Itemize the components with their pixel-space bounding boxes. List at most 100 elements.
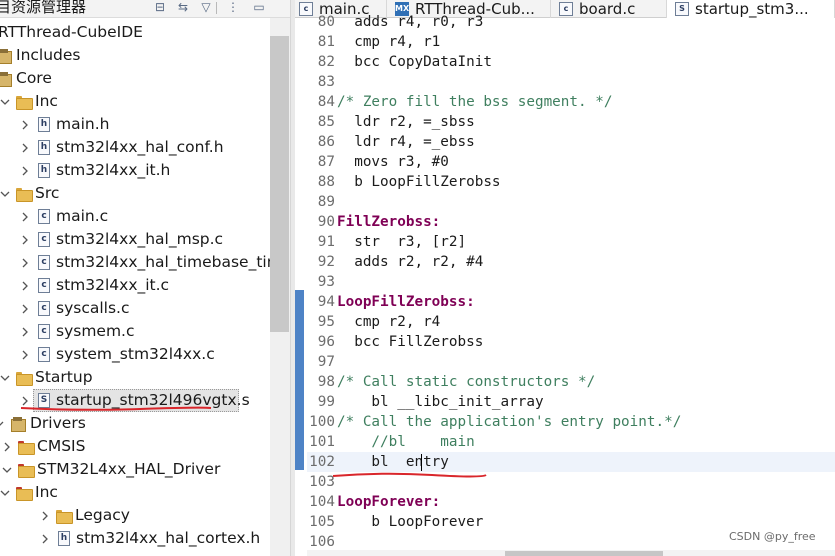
project-explorer: 目资源管理器 ⊟ ⇆ ▽ ⋮ ▭ RTThread-CubeIDE Includes Cor… xyxy=(0,0,290,556)
tree-item-inc[interactable]: Inc xyxy=(0,90,58,113)
code-line[interactable]: 98/* Call static constructors */ xyxy=(307,372,835,392)
line-number: 88 xyxy=(317,174,335,190)
tree-item-sysmem-c[interactable]: c sysmem.c xyxy=(20,320,135,343)
code-line[interactable]: 90 FillZerobss: xyxy=(307,212,835,232)
editor-horizontal-scrollbar-thumb[interactable] xyxy=(505,551,663,556)
chevron-right-icon[interactable] xyxy=(20,304,30,314)
code-line[interactable]: 99 bl __libc_init_array xyxy=(307,392,835,412)
code-text: ldr r4, =_ebss xyxy=(337,134,475,150)
source-folder-icon xyxy=(18,440,35,455)
code-line[interactable]: 101 //bl main xyxy=(307,432,835,452)
line-number: 90 xyxy=(317,214,335,230)
code-line[interactable]: 100/* Call the application's entry point… xyxy=(307,412,835,432)
tree-item-label: stm32l4xx_hal_conf.h xyxy=(56,138,224,156)
tree-item-includes[interactable]: Includes xyxy=(0,44,81,67)
tree-item-legacy[interactable]: Legacy xyxy=(40,504,130,527)
line-number: 83 xyxy=(317,74,335,90)
code-line[interactable]: 95 cmp r2, r4 xyxy=(307,312,835,332)
code-text: ldr r2, =_sbss xyxy=(337,114,475,130)
tree-item-rtthread-cubeide[interactable]: RTThread-CubeIDE xyxy=(0,21,143,44)
chevron-right-icon[interactable] xyxy=(20,327,30,337)
c-file-icon: c xyxy=(38,209,50,224)
chevron-right-icon[interactable] xyxy=(20,212,30,222)
chevron-down-icon[interactable] xyxy=(2,465,12,475)
chevron-down-icon[interactable] xyxy=(0,419,4,429)
code-line[interactable]: 92 adds r2, r2, #4 xyxy=(307,252,835,272)
folder-icon xyxy=(56,509,73,524)
chevron-right-icon[interactable] xyxy=(20,143,30,153)
tree-item-cmsis[interactable]: CMSIS xyxy=(2,435,85,458)
tree-item-stm32l4xx-hal-msp-c[interactable]: c stm32l4xx_hal_msp.c xyxy=(20,228,223,251)
explorer-title: 目资源管理器 xyxy=(0,0,87,16)
line-number: 82 xyxy=(317,54,335,70)
code-line[interactable]: 83 xyxy=(307,72,835,92)
current-code-line[interactable]: 102 bl entry xyxy=(307,452,835,472)
code-line[interactable]: 104 LoopForever: xyxy=(307,492,835,512)
chevron-down-icon[interactable] xyxy=(0,488,10,498)
tree-item-drivers[interactable]: Drivers xyxy=(0,412,86,435)
tree-item-label: stm32l4xx_hal_msp.c xyxy=(56,230,224,248)
chevron-down-icon[interactable] xyxy=(0,189,10,199)
tree-item-core[interactable]: Core xyxy=(0,67,52,90)
code-line[interactable]: 80 adds r4, r0, r3 xyxy=(307,12,835,32)
chevron-right-icon[interactable] xyxy=(20,235,30,245)
line-number: 89 xyxy=(317,194,335,210)
tree-item-main-c[interactable]: c main.c xyxy=(20,205,108,228)
tree-item-main-h[interactable]: h main.h xyxy=(20,113,109,136)
code-line[interactable]: 89 xyxy=(307,192,835,212)
code-line[interactable]: 91 str r3, [r2] xyxy=(307,232,835,252)
code-line[interactable]: 86 ldr r4, =_ebss xyxy=(307,132,835,152)
chevron-right-icon[interactable] xyxy=(20,350,30,360)
tree-item-label: CMSIS xyxy=(37,437,86,455)
link-with-editor-icon[interactable]: ⇆ xyxy=(175,0,191,14)
folder-icon xyxy=(16,187,33,202)
tree-item-stm32l4xx-it-c[interactable]: c stm32l4xx_it.c xyxy=(20,274,169,297)
tree-item-src[interactable]: Src xyxy=(0,182,59,205)
tree-item-label: stm32l4xx_it.h xyxy=(56,161,171,179)
chevron-right-icon[interactable] xyxy=(20,281,30,291)
code-text: b LoopForever xyxy=(337,514,484,530)
tree-item-stm32l4xx-it-h[interactable]: h stm32l4xx_it.h xyxy=(20,159,170,182)
tree-item-stm32l4xx-hal-driver[interactable]: STM32L4xx_HAL_Driver xyxy=(2,458,220,481)
tree-item-label: RTThread-CubeIDE xyxy=(0,23,143,41)
view-menu-icon[interactable]: ⋮ xyxy=(225,0,241,14)
chevron-right-icon[interactable] xyxy=(40,511,50,521)
code-line[interactable]: 96 bcc FillZerobss xyxy=(307,332,835,352)
tree-item-stm32l4xx-hal-timebase-tim[interactable]: c stm32l4xx_hal_timebase_tim. xyxy=(20,251,287,274)
chevron-right-icon[interactable] xyxy=(2,442,12,452)
tree-item-stm32l4xx-hal-cortex-h[interactable]: h stm32l4xx_hal_cortex.h xyxy=(40,527,260,550)
tree-item-label: Legacy xyxy=(75,506,130,524)
minimize-icon[interactable]: ▭ xyxy=(251,0,267,14)
c-file-icon: c xyxy=(38,301,50,316)
line-number: 99 xyxy=(317,394,335,410)
collapse-all-icon[interactable]: ⊟ xyxy=(152,0,168,14)
chevron-right-icon[interactable] xyxy=(40,534,50,544)
chevron-down-icon[interactable] xyxy=(0,97,10,107)
filter-icon[interactable]: ▽ xyxy=(198,0,214,14)
code-line[interactable]: 84/* Zero fill the bss segment. */ xyxy=(307,92,835,112)
tree-item-label: Inc xyxy=(35,92,58,110)
chevron-right-icon[interactable] xyxy=(20,120,30,130)
code-line[interactable]: 94 LoopFillZerobss: xyxy=(307,292,835,312)
code-line[interactable]: 87 movs r3, #0 xyxy=(307,152,835,172)
code-line[interactable]: 85 ldr r2, =_sbss xyxy=(307,112,835,132)
tree-item-system-stm32l4xx-c[interactable]: c system_stm32l4xx.c xyxy=(20,343,215,366)
code-line[interactable]: 97 xyxy=(307,352,835,372)
code-line[interactable]: 105 b LoopForever xyxy=(307,512,835,532)
line-number: 92 xyxy=(317,254,335,270)
code-line[interactable]: 88 b LoopFillZerobss xyxy=(307,172,835,192)
code-line[interactable]: 93 xyxy=(307,272,835,292)
line-number: 101 xyxy=(309,434,335,450)
tree-item-syscalls-c[interactable]: c syscalls.c xyxy=(20,297,129,320)
chevron-right-icon[interactable] xyxy=(20,258,30,268)
line-number: 84 xyxy=(317,94,335,110)
tree-item-inc[interactable]: Inc xyxy=(0,481,58,504)
chevron-right-icon[interactable] xyxy=(20,396,30,406)
code-line[interactable]: 81 cmp r4, r1 xyxy=(307,32,835,52)
explorer-scrollbar-thumb[interactable] xyxy=(270,36,289,332)
tree-item-stm32l4xx-hal-conf-h[interactable]: h stm32l4xx_hal_conf.h xyxy=(20,136,224,159)
chevron-right-icon[interactable] xyxy=(20,166,30,176)
code-line[interactable]: 82 bcc CopyDataInit xyxy=(307,52,835,72)
chevron-down-icon[interactable] xyxy=(0,373,10,383)
tree-item-startup[interactable]: Startup xyxy=(0,366,93,389)
